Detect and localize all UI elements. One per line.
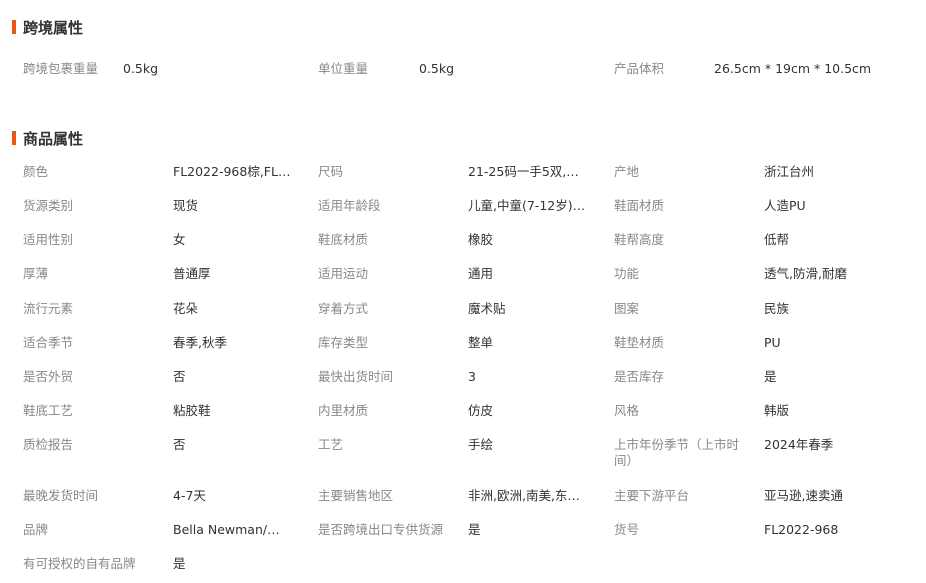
section-title-text: 商品属性: [23, 129, 84, 148]
product-attr-value: 否: [173, 369, 186, 384]
product-attr-value: FL2022-968: [764, 522, 839, 537]
product-attr-value: 手绘: [468, 437, 494, 452]
product-attr-value: 2024年春季: [764, 437, 834, 452]
product-attr-label: 流行元素: [23, 301, 74, 316]
crossborder-section-title: 跨境属性: [12, 17, 83, 37]
product-attr-value: 春季,秋季: [173, 335, 227, 350]
product-attr-label: 鞋面材质: [614, 198, 665, 213]
accent-bar: [12, 20, 16, 34]
product-attr-value: 透气,防滑,耐磨: [764, 266, 847, 281]
product-attr-label: 货源类别: [23, 198, 74, 213]
product-attr-value: 通用: [468, 266, 494, 281]
product-section-title: 商品属性: [12, 128, 83, 148]
product-attr-label: 适合季节: [23, 335, 74, 350]
product-attr-value: 浙江台州: [764, 164, 815, 179]
product-attr-label: 鞋底工艺: [23, 403, 74, 418]
product-attr-label: 有可授权的自有品牌: [23, 556, 136, 571]
product-attr-value: 非洲,欧洲,南美,东南亚,北美: [468, 488, 586, 503]
product-attr-label: 穿着方式: [318, 301, 369, 316]
product-attr-label: 主要销售地区: [318, 488, 394, 503]
product-attr-label: 产地: [614, 164, 640, 179]
product-attr-value: FL2022-968棕,FL2022-968黑: [173, 164, 291, 179]
product-attr-label: 鞋垫材质: [614, 335, 665, 350]
product-attr-value: 仿皮: [468, 403, 494, 418]
product-attr-value: 是: [764, 369, 777, 384]
product-attr-value: 人造PU: [764, 198, 806, 213]
product-attr-label: 质检报告: [23, 437, 74, 452]
section-title-text: 跨境属性: [23, 18, 84, 37]
product-attr-value: 是: [468, 522, 481, 537]
product-attr-value: 民族: [764, 301, 790, 316]
product-attr-label: 是否库存: [614, 369, 665, 384]
product-attr-value: 韩版: [764, 403, 790, 418]
product-attr-label: 图案: [614, 301, 640, 316]
product-attr-label: 功能: [614, 266, 640, 281]
crossborder-attr-label: 产品体积: [614, 61, 665, 76]
product-attr-label: 厚薄: [23, 266, 49, 281]
product-attr-label: 风格: [614, 403, 640, 418]
product-attr-label: 主要下游平台: [614, 488, 690, 503]
product-attr-label: 颜色: [23, 164, 49, 179]
crossborder-attr-label: 跨境包裹重量: [23, 61, 99, 76]
product-attr-value: Bella Newman/贝拉纽曼: [173, 522, 291, 537]
crossborder-attr-label: 单位重量: [318, 61, 369, 76]
product-attr-value: 普通厚: [173, 266, 211, 281]
product-attr-label: 工艺: [318, 437, 344, 452]
product-attr-label: 上市年份季节（上市时间）: [614, 437, 740, 468]
product-attr-value: 4-7天: [173, 488, 206, 503]
product-attr-label: 货号: [614, 522, 640, 537]
product-attr-value: 亚马逊,速卖通: [764, 488, 843, 503]
product-attr-value: 橡胶: [468, 232, 494, 247]
crossborder-attr-value: 26.5cm * 19cm * 10.5cm: [714, 61, 872, 76]
product-attr-label: 适用性别: [23, 232, 74, 247]
product-attr-label: 尺码: [318, 164, 344, 179]
crossborder-attr-value: 0.5kg: [419, 61, 455, 76]
product-attr-value: 现货: [173, 198, 199, 213]
product-attr-value: 粘胶鞋: [173, 403, 211, 418]
product-attr-value: 3: [468, 369, 476, 384]
product-attr-label: 适用年龄段: [318, 198, 381, 213]
product-attr-label: 品牌: [23, 522, 49, 537]
product-attr-value: 魔术贴: [468, 301, 506, 316]
product-attr-label: 是否外贸: [23, 369, 74, 384]
product-attr-value: PU: [764, 335, 781, 350]
product-attr-label: 鞋底材质: [318, 232, 369, 247]
product-attr-label: 鞋帮高度: [614, 232, 665, 247]
product-attr-value: 整单: [468, 335, 494, 350]
product-attr-label: 内里材质: [318, 403, 369, 418]
crossborder-attr-value: 0.5kg: [123, 61, 159, 76]
product-attr-value: 花朵: [173, 301, 199, 316]
product-attr-value: 否: [173, 437, 186, 452]
accent-bar: [12, 131, 16, 145]
product-attr-value: 低帮: [764, 232, 790, 247]
product-attr-value: 女: [173, 232, 186, 247]
product-attr-value: 儿童,中童(7-12岁),幼童(3-6岁): [468, 198, 586, 213]
product-attr-value: 是: [173, 556, 186, 571]
product-attr-label: 最快出货时间: [318, 369, 394, 384]
product-attr-label: 是否跨境出口专供货源: [318, 522, 444, 537]
product-attr-label: 库存类型: [318, 335, 369, 350]
product-attr-value: 21-25码一手5双,26-30码一手5双: [468, 164, 586, 179]
product-attr-label: 最晚发货时间: [23, 488, 99, 503]
product-attr-label: 适用运动: [318, 266, 369, 281]
